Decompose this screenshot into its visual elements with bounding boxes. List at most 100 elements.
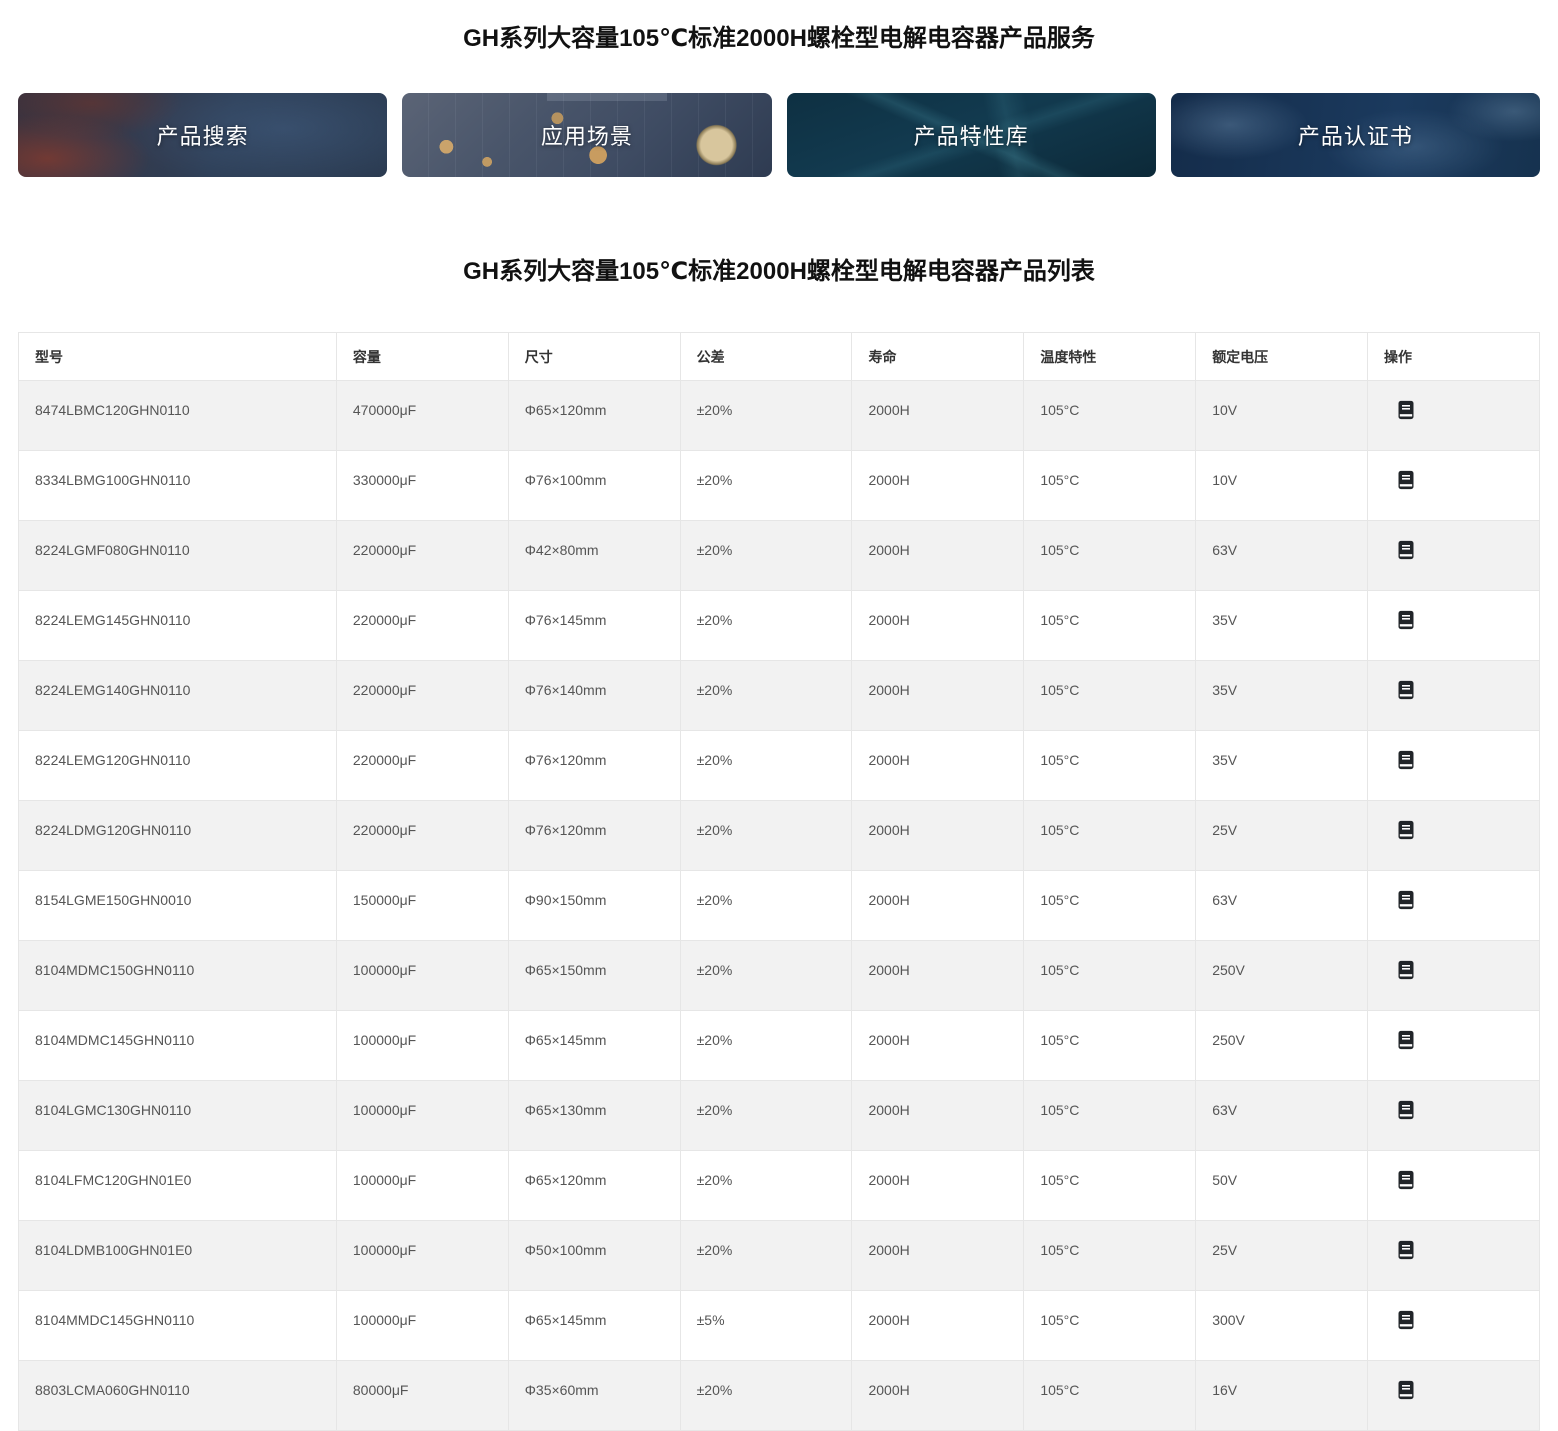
book-icon [1396, 679, 1416, 701]
view-detail-button[interactable] [1396, 1169, 1416, 1191]
cell-life: 2000H [852, 591, 1024, 661]
banner-nav: 产品搜索 应用场景 产品特性库 产品认证书 [0, 93, 1558, 177]
product-table-body: 8474LBMC120GHN0110470000μFΦ65×120mm±20%2… [19, 381, 1540, 1431]
view-detail-button[interactable] [1396, 959, 1416, 981]
cell-action [1368, 1221, 1540, 1291]
column-header-model: 型号 [19, 333, 337, 381]
view-detail-button[interactable] [1396, 1379, 1416, 1401]
cell-temp: 105°C [1024, 591, 1196, 661]
cell-temp: 105°C [1024, 871, 1196, 941]
view-detail-button[interactable] [1396, 749, 1416, 771]
cell-model: 8104LFMC120GHN01E0 [19, 1151, 337, 1221]
cell-capacity: 220000μF [336, 591, 508, 661]
cell-capacity: 330000μF [336, 451, 508, 521]
view-detail-button[interactable] [1396, 609, 1416, 631]
cell-tolerance: ±20% [680, 381, 852, 451]
cell-life: 2000H [852, 1151, 1024, 1221]
cell-model: 8474LBMC120GHN0110 [19, 381, 337, 451]
cell-life: 2000H [852, 381, 1024, 451]
cell-life: 2000H [852, 801, 1024, 871]
book-icon [1396, 469, 1416, 491]
view-detail-button[interactable] [1396, 819, 1416, 841]
cell-tolerance: ±20% [680, 941, 852, 1011]
cell-model: 8104MDMC145GHN0110 [19, 1011, 337, 1081]
book-icon [1396, 609, 1416, 631]
banner-product-characteristics[interactable]: 产品特性库 [787, 93, 1156, 177]
cell-model: 8224LDMG120GHN0110 [19, 801, 337, 871]
cell-size: Φ65×145mm [508, 1011, 680, 1081]
cell-action [1368, 731, 1540, 801]
view-detail-button[interactable] [1396, 469, 1416, 491]
page: GH系列大容量105℃标准2000H螺栓型电解电容器产品服务 产品搜索 应用场景… [0, 0, 1558, 1431]
cell-action [1368, 661, 1540, 731]
cell-tolerance: ±20% [680, 1081, 852, 1151]
table-row: 8224LGMF080GHN0110220000μFΦ42×80mm±20%20… [19, 521, 1540, 591]
cell-temp: 105°C [1024, 661, 1196, 731]
cell-tolerance: ±20% [680, 451, 852, 521]
view-detail-button[interactable] [1396, 1029, 1416, 1051]
banner-product-certificates[interactable]: 产品认证书 [1171, 93, 1540, 177]
cell-tolerance: ±5% [680, 1291, 852, 1361]
cell-life: 2000H [852, 1011, 1024, 1081]
cell-action [1368, 1011, 1540, 1081]
view-detail-button[interactable] [1396, 539, 1416, 561]
cell-capacity: 100000μF [336, 941, 508, 1011]
cell-action [1368, 941, 1540, 1011]
view-detail-button[interactable] [1396, 679, 1416, 701]
cell-temp: 105°C [1024, 1361, 1196, 1431]
cell-action [1368, 871, 1540, 941]
table-row: 8224LEMG140GHN0110220000μFΦ76×140mm±20%2… [19, 661, 1540, 731]
cell-size: Φ65×150mm [508, 941, 680, 1011]
column-header-voltage: 额定电压 [1196, 333, 1368, 381]
cell-temp: 105°C [1024, 801, 1196, 871]
cell-capacity: 100000μF [336, 1151, 508, 1221]
cell-life: 2000H [852, 941, 1024, 1011]
cell-life: 2000H [852, 1291, 1024, 1361]
cell-voltage: 300V [1196, 1291, 1368, 1361]
cell-model: 8224LEMG120GHN0110 [19, 731, 337, 801]
cell-voltage: 63V [1196, 521, 1368, 591]
cell-model: 8104LDMB100GHN01E0 [19, 1221, 337, 1291]
cell-life: 2000H [852, 661, 1024, 731]
banner-application-scenarios[interactable]: 应用场景 [402, 93, 771, 177]
banner-product-characteristics-label: 产品特性库 [914, 119, 1029, 151]
cell-size: Φ76×145mm [508, 591, 680, 661]
book-icon [1396, 1169, 1416, 1191]
table-row: 8474LBMC120GHN0110470000μFΦ65×120mm±20%2… [19, 381, 1540, 451]
book-icon [1396, 1309, 1416, 1331]
view-detail-button[interactable] [1396, 399, 1416, 421]
cell-size: Φ76×100mm [508, 451, 680, 521]
column-header-life: 寿命 [852, 333, 1024, 381]
cell-action [1368, 451, 1540, 521]
cell-capacity: 100000μF [336, 1291, 508, 1361]
cell-temp: 105°C [1024, 1151, 1196, 1221]
cell-tolerance: ±20% [680, 871, 852, 941]
cell-size: Φ65×130mm [508, 1081, 680, 1151]
cell-size: Φ35×60mm [508, 1361, 680, 1431]
cell-voltage: 35V [1196, 731, 1368, 801]
cell-size: Φ76×120mm [508, 801, 680, 871]
cell-size: Φ42×80mm [508, 521, 680, 591]
cell-voltage: 35V [1196, 661, 1368, 731]
view-detail-button[interactable] [1396, 1239, 1416, 1261]
page-title: GH系列大容量105℃标准2000H螺栓型电解电容器产品服务 [0, 0, 1558, 54]
view-detail-button[interactable] [1396, 889, 1416, 911]
cell-voltage: 63V [1196, 871, 1368, 941]
cell-capacity: 220000μF [336, 521, 508, 591]
cell-action [1368, 1081, 1540, 1151]
cell-capacity: 100000μF [336, 1011, 508, 1081]
table-row: 8104MDMC145GHN0110100000μFΦ65×145mm±20%2… [19, 1011, 1540, 1081]
view-detail-button[interactable] [1396, 1099, 1416, 1121]
cell-life: 2000H [852, 1081, 1024, 1151]
cell-capacity: 100000μF [336, 1081, 508, 1151]
cell-action [1368, 591, 1540, 661]
cell-size: Φ76×120mm [508, 731, 680, 801]
column-header-temp: 温度特性 [1024, 333, 1196, 381]
cell-voltage: 10V [1196, 381, 1368, 451]
cell-model: 8104MDMC150GHN0110 [19, 941, 337, 1011]
banner-application-scenarios-label: 应用场景 [541, 119, 633, 151]
banner-product-search[interactable]: 产品搜索 [18, 93, 387, 177]
view-detail-button[interactable] [1396, 1309, 1416, 1331]
cell-voltage: 50V [1196, 1151, 1368, 1221]
table-row: 8104MMDC145GHN0110100000μFΦ65×145mm±5%20… [19, 1291, 1540, 1361]
